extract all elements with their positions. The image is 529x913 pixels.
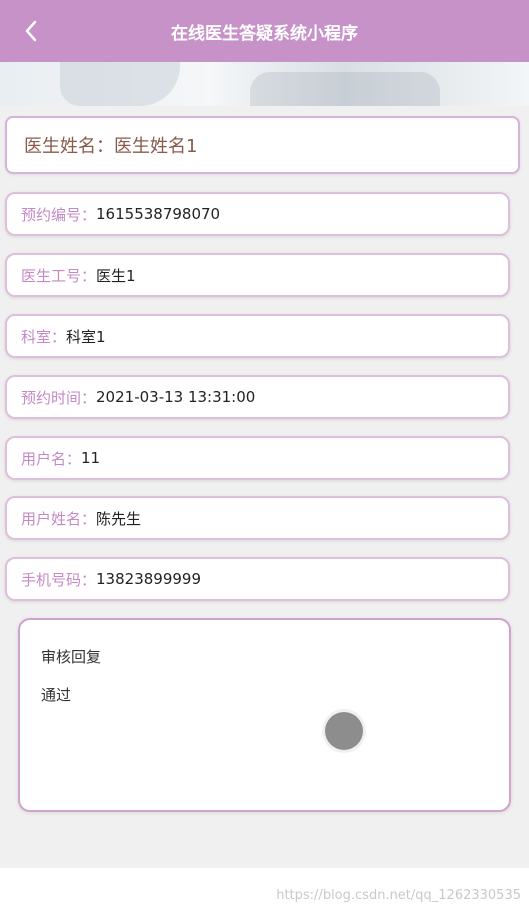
field-label: 预约时间： [21,388,97,407]
field-label: 用户姓名： [21,509,97,528]
field-value: 13823899999 [96,570,201,588]
review-reply-label: 审核回复 [41,648,102,666]
field-value: 1615538798070 [96,205,221,223]
page-title: 在线医生答疑系统小程序 [171,23,358,44]
field-value: 2021-03-13 13:31:00 [96,388,256,406]
field-label: 预约编号： [21,205,97,224]
doctor-name-label: 医生姓名： [24,136,114,157]
field-row-department: 科室： 科室1 [5,314,510,358]
field-row-user-fullname: 用户姓名： 陈先生 [5,496,510,540]
touch-indicator-icon [325,712,363,750]
field-label: 科室： [21,327,67,346]
field-row-phone: 手机号码： 13823899999 [5,557,510,601]
detail-content: 医生姓名： 医生姓名1 预约编号： 1615538798070 医生工号： 医生… [0,106,529,868]
field-value: 11 [81,449,101,467]
watermark-text: https://blog.csdn.net/qq_1262330535 [276,888,521,903]
field-label: 医生工号： [21,266,97,285]
field-value: 医生1 [96,266,136,285]
field-label: 手机号码： [21,570,97,589]
field-row-appointment-time: 预约时间： 2021-03-13 13:31:00 [5,375,510,419]
doctor-name-value: 医生姓名1 [114,136,198,157]
review-reply-card: 审核回复 通过 [18,618,511,812]
doctor-name-card: 医生姓名： 医生姓名1 [5,116,520,174]
field-row-username: 用户名： 11 [5,436,510,480]
field-value: 陈先生 [96,509,142,528]
review-reply-value: 通过 [41,686,72,704]
back-button[interactable] [14,14,48,48]
field-label: 用户名： [21,449,82,468]
field-row-appointment-number: 预约编号： 1615538798070 [5,192,510,236]
field-row-doctor-id: 医生工号： 医生1 [5,253,510,297]
banner-image [0,62,529,106]
app-header: 在线医生答疑系统小程序 [0,0,529,62]
footer-area: https://blog.csdn.net/qq_1262330535 [0,868,529,913]
field-value: 科室1 [66,327,106,346]
chevron-left-icon [25,20,37,42]
